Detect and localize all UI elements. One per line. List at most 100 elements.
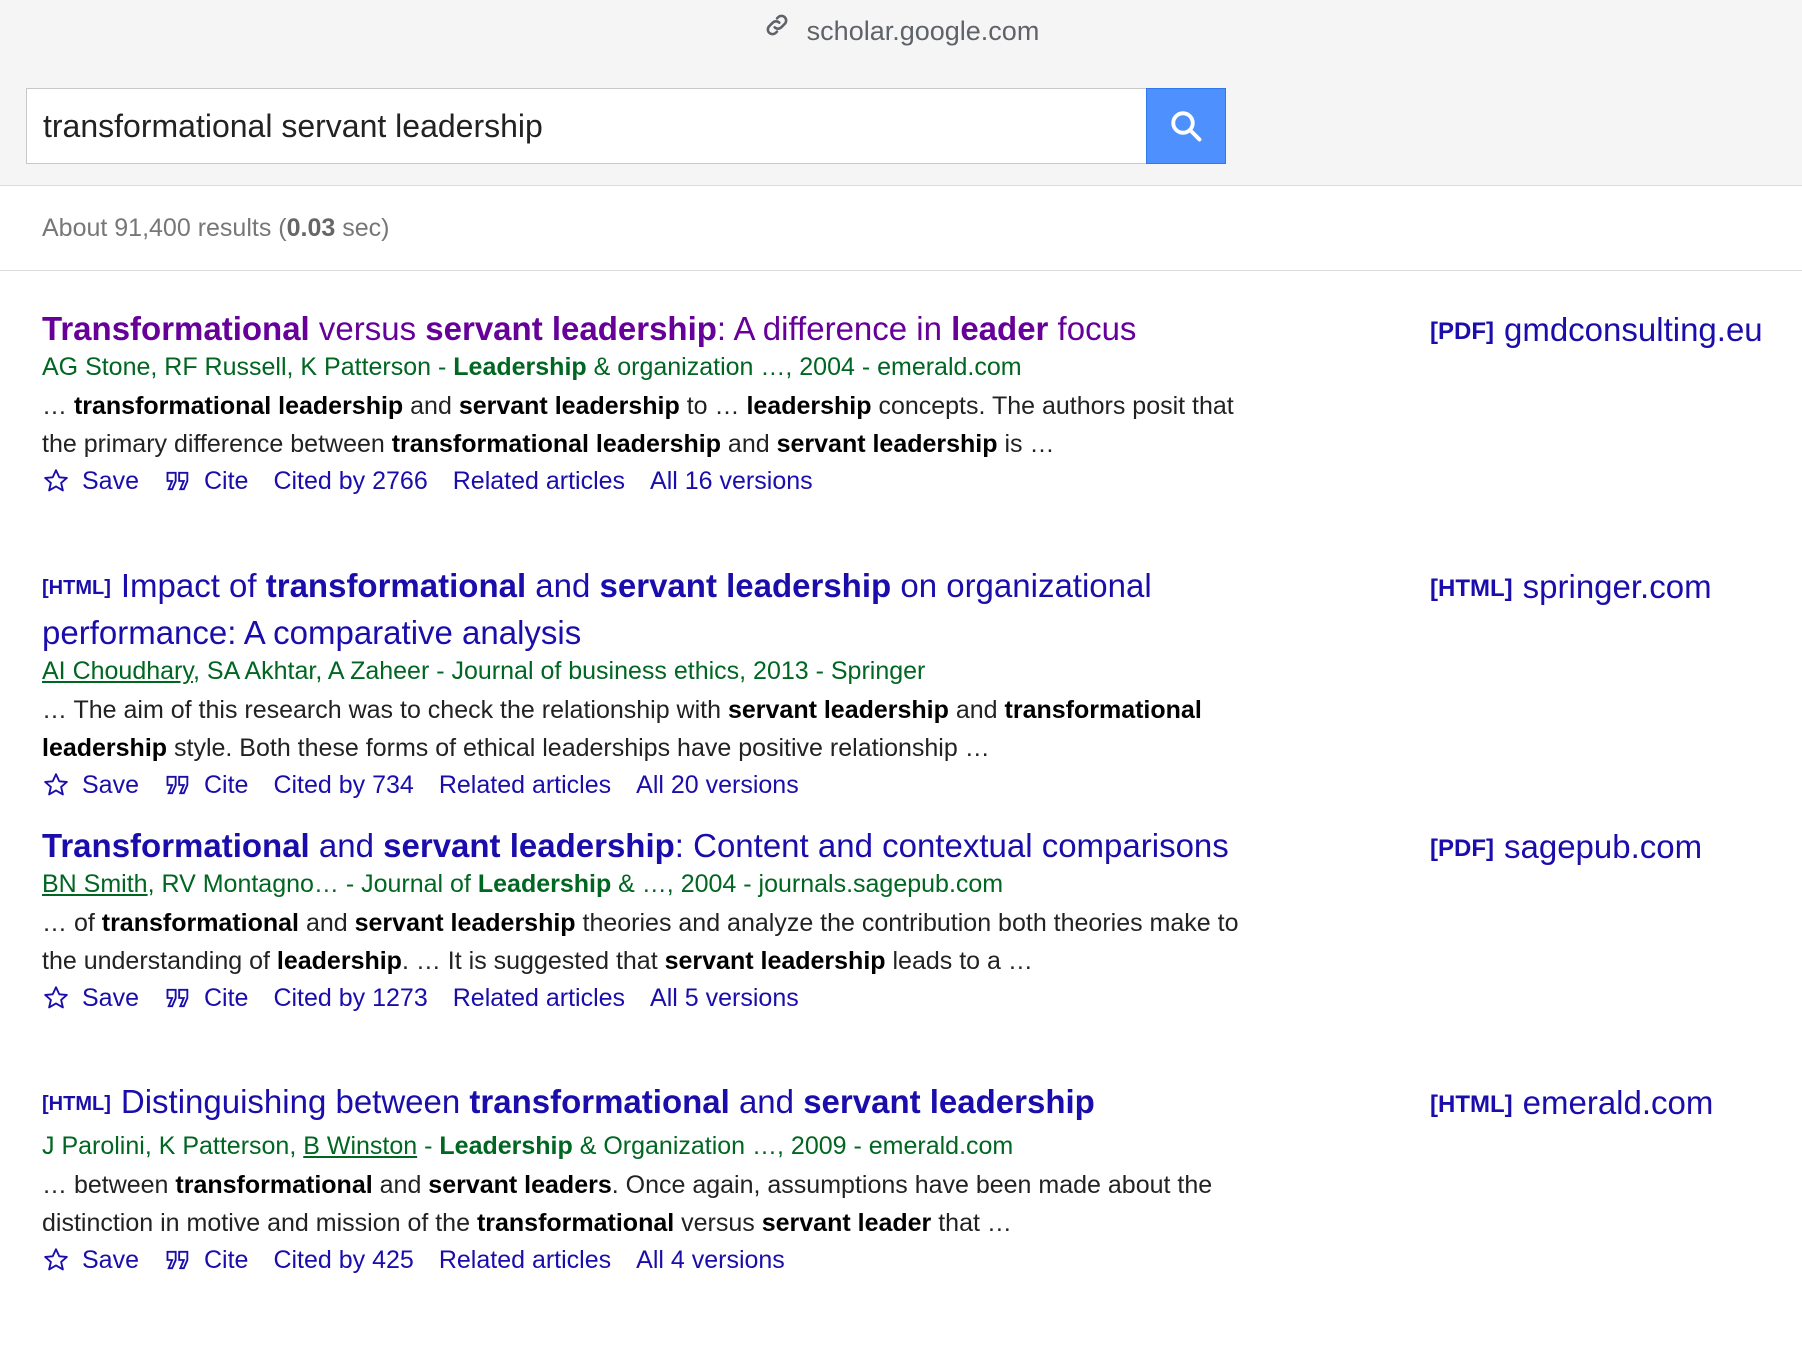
snippet-text: transformational	[101, 909, 300, 937]
title-text: and	[729, 1083, 804, 1120]
fulltext-link[interactable]: [PDF] sagepub.com	[1430, 828, 1702, 866]
fulltext-domain: sagepub.com	[1503, 828, 1703, 865]
cite-label: Cite	[203, 984, 249, 1012]
result-title-link[interactable]: [HTML] Impact of transformational and ser…	[42, 565, 1242, 653]
stats-time: 0.03	[286, 214, 336, 242]
result-actions: Save Cite Cited by 1273 Related articles All…	[42, 983, 1442, 1013]
fulltext-link[interactable]: [HTML] springer.com	[1430, 568, 1712, 606]
versions-link[interactable]: All 5 versions	[650, 983, 799, 1013]
search-result: [HTML] Distinguishing between transformat…	[42, 1081, 1442, 1275]
result-title-link[interactable]: Transformational and servant leadership:…	[42, 825, 1242, 866]
title-text: servant leadership	[425, 310, 717, 347]
cited-by-link[interactable]: Cited by 734	[273, 770, 413, 800]
snippet-text: … between	[42, 1171, 176, 1199]
author-link[interactable]: B Winston	[303, 1132, 417, 1160]
related-articles-link[interactable]: Related articles	[439, 1245, 611, 1275]
fulltext-link[interactable]: [HTML] emerald.com	[1430, 1084, 1713, 1122]
save-button[interactable]: Save	[42, 466, 139, 496]
title-text: leader	[951, 310, 1049, 347]
snippet-text: versus	[674, 1209, 762, 1237]
cited-by-link[interactable]: Cited by 1273	[273, 983, 427, 1013]
snippet-text: … The aim of this research was to check …	[42, 696, 728, 724]
related-articles-link[interactable]: Related articles	[439, 770, 611, 800]
related-articles-link[interactable]: Related articles	[453, 983, 625, 1013]
author-link[interactable]: BN Smith	[42, 870, 148, 898]
cited-by-link[interactable]: Cited by 425	[273, 1245, 413, 1275]
save-label: Save	[82, 984, 139, 1012]
snippet-text: servant leadership	[354, 909, 576, 937]
snippet-text: transformational leadership	[73, 392, 404, 420]
result-stats: About 91,400 results (0.03 sec)	[0, 186, 1802, 271]
fulltext-domain: gmdconsulting.eu	[1503, 311, 1763, 348]
versions-link[interactable]: All 20 versions	[636, 770, 799, 800]
snippet-text: servant leadership	[776, 430, 998, 458]
cite-label: Cite	[203, 771, 249, 799]
quote-icon	[166, 1250, 189, 1270]
snippet-text: and	[403, 392, 459, 420]
versions-link[interactable]: All 4 versions	[636, 1245, 785, 1275]
search-result: Transformational and servant leadership:…	[42, 825, 1442, 1013]
snippet-text: leadership	[276, 947, 402, 975]
search-result: Transformational versus servant leadersh…	[42, 308, 1442, 496]
snippet-text: … of	[42, 909, 102, 937]
address-bar[interactable]: scholar.google.com	[0, 12, 1802, 49]
cite-button[interactable]: Cite	[164, 983, 248, 1013]
result-snippet: … of transformational and servant leader…	[42, 904, 1242, 980]
meta-text: Leadership	[477, 870, 612, 898]
title-text: Transformational	[42, 827, 310, 864]
cited-by-link[interactable]: Cited by 2766	[273, 466, 427, 496]
snippet-text: servant leader	[761, 1209, 932, 1237]
quote-icon	[166, 471, 189, 491]
result-title-link[interactable]: Transformational versus servant leadersh…	[42, 308, 1242, 349]
snippet-text: style. Both these forms of ethical leade…	[167, 734, 990, 762]
search-box	[26, 88, 1226, 164]
result-authors-source: AG Stone, RF Russell, K Patterson - Lead…	[42, 352, 1442, 382]
snippet-text: leads to a …	[885, 947, 1033, 975]
title-text: Transformational	[42, 310, 310, 347]
save-label: Save	[82, 467, 139, 495]
save-button[interactable]: Save	[42, 770, 139, 800]
result-actions: Save Cite Cited by 425 Related articles All …	[42, 1245, 1442, 1275]
save-button[interactable]: Save	[42, 983, 139, 1013]
top-bar: scholar.google.com	[0, 0, 1802, 186]
title-text: : A difference in	[716, 310, 952, 347]
versions-link[interactable]: All 16 versions	[650, 466, 813, 496]
star-icon	[44, 469, 68, 492]
search-button[interactable]	[1146, 88, 1226, 164]
link-icon	[763, 11, 791, 47]
fulltext-format-tag: [PDF]	[1430, 318, 1494, 345]
cite-button[interactable]: Cite	[164, 1245, 248, 1275]
fulltext-link[interactable]: [PDF] gmdconsulting.eu	[1430, 311, 1763, 349]
save-label: Save	[82, 771, 139, 799]
cite-button[interactable]: Cite	[164, 466, 248, 496]
title-text: focus	[1048, 310, 1137, 347]
result-actions: Save Cite Cited by 734 Related articles All …	[42, 770, 1442, 800]
snippet-text: servant leadership	[458, 392, 680, 420]
meta-text: & Organization …, 2009 - emerald.com	[572, 1132, 1014, 1160]
result-snippet: … The aim of this research was to check …	[42, 691, 1242, 767]
snippet-text: servant leadership	[727, 696, 949, 724]
title-text: and	[309, 827, 384, 864]
snippet-text: transformational	[175, 1171, 373, 1199]
title-text: servant leadership	[803, 1083, 1095, 1120]
related-articles-link[interactable]: Related articles	[453, 466, 625, 496]
fulltext-domain: springer.com	[1522, 568, 1712, 605]
search-input[interactable]	[26, 88, 1146, 164]
cite-button[interactable]: Cite	[164, 770, 248, 800]
result-title-link[interactable]: [HTML] Distinguishing between transformat…	[42, 1081, 1242, 1128]
snippet-text: servant leadership	[664, 947, 886, 975]
author-link[interactable]: AI Choudhary	[42, 657, 193, 685]
title-text: transformational	[469, 1083, 730, 1120]
title-text: : Content and contextual comparisons	[674, 827, 1229, 864]
save-button[interactable]: Save	[42, 1245, 139, 1275]
title-text: transformational	[265, 567, 527, 604]
snippet-text: and	[948, 696, 1005, 724]
meta-text: J Parolini, K Patterson,	[42, 1132, 304, 1160]
format-tag: [HTML]	[42, 577, 111, 599]
snippet-text: . … It is suggested that	[401, 947, 665, 975]
snippet-text: and	[372, 1171, 429, 1199]
title-text: servant leadership	[383, 827, 675, 864]
snippet-text: leadership	[746, 392, 872, 420]
search-icon	[1171, 111, 1202, 142]
star-icon	[44, 986, 68, 1009]
